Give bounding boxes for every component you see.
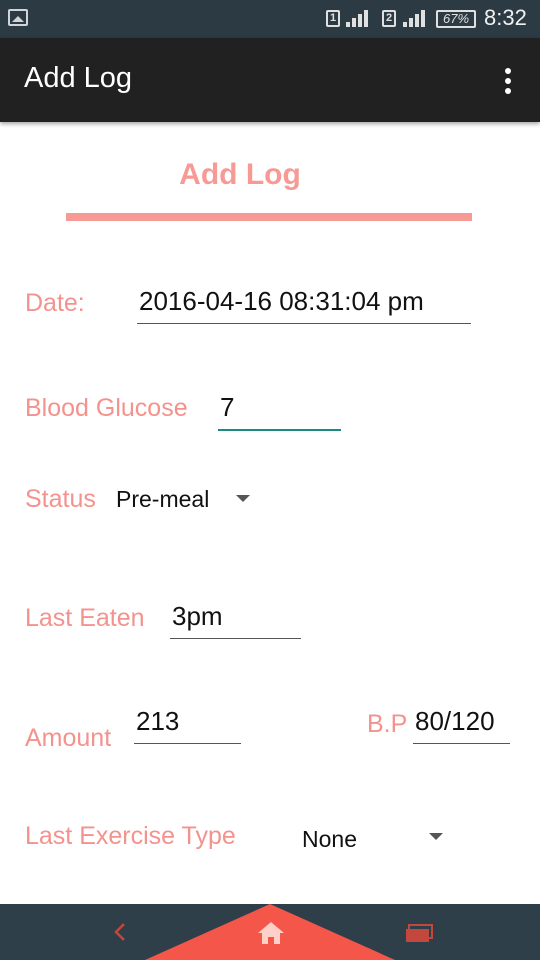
status-value: Pre-meal xyxy=(116,486,210,512)
amount-field[interactable]: 213 xyxy=(134,706,241,744)
chevron-down-icon xyxy=(429,833,443,840)
recent-apps-icon[interactable] xyxy=(404,924,434,944)
amount-label: Amount xyxy=(25,724,112,752)
clock: 8:32 xyxy=(484,5,527,30)
heading-underline xyxy=(66,213,472,221)
last-eaten-field[interactable]: 3pm xyxy=(170,601,301,639)
back-chevron-icon[interactable] xyxy=(110,922,130,942)
exercise-dropdown[interactable]: None xyxy=(298,818,448,858)
signal-icon xyxy=(346,10,368,27)
signal-icon xyxy=(403,10,425,27)
status-dropdown[interactable]: Pre-meal xyxy=(114,478,260,518)
date-label: Date: xyxy=(25,289,85,317)
overflow-menu-icon[interactable] xyxy=(496,66,520,96)
status-label: Status xyxy=(25,485,96,513)
navigation-bar xyxy=(0,904,540,960)
last-eaten-label: Last Eaten xyxy=(25,604,145,632)
bp-label: B.P xyxy=(367,710,408,738)
home-icon[interactable] xyxy=(256,920,286,946)
gallery-icon xyxy=(8,9,28,26)
battery-icon: 67% xyxy=(436,10,476,28)
blood-glucose-label: Blood Glucose xyxy=(25,394,188,422)
date-field[interactable]: 2016-04-16 08:31:04 pm xyxy=(137,286,471,324)
sim1-icon: 1 xyxy=(326,10,340,27)
chevron-down-icon xyxy=(236,495,250,502)
page-heading: Add Log xyxy=(179,158,301,191)
status-bar: 1 2 67% 8:32 xyxy=(0,0,540,38)
bp-field[interactable]: 80/120 xyxy=(413,706,510,744)
app-bar-title: Add Log xyxy=(24,62,133,94)
exercise-value: None xyxy=(302,826,357,852)
app-bar: Add Log xyxy=(0,38,540,122)
blood-glucose-field[interactable]: 7 xyxy=(218,392,341,431)
last-exercise-label: Last Exercise Type xyxy=(25,822,236,850)
sim2-icon: 2 xyxy=(382,10,396,27)
